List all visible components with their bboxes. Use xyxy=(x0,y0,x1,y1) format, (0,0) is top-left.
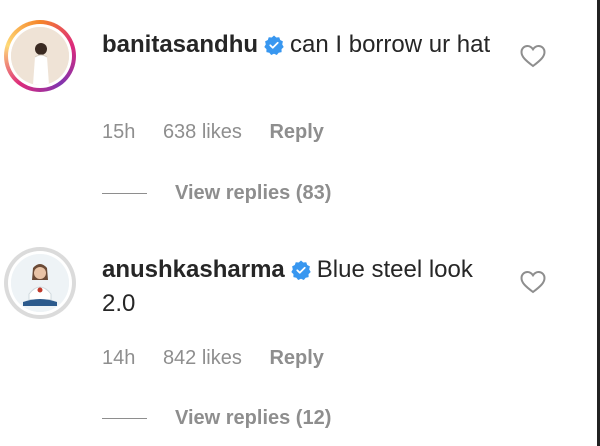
reply-button[interactable]: Reply xyxy=(269,347,323,369)
comment-text: can I borrow ur hat xyxy=(290,31,491,58)
comment-username[interactable]: anushkasharma xyxy=(102,256,285,283)
avatar-ring[interactable] xyxy=(4,247,76,319)
reply-button[interactable]: Reply xyxy=(269,121,323,143)
story-ring[interactable] xyxy=(4,20,76,92)
view-replies-button[interactable]: View replies (83) xyxy=(102,182,331,205)
comment-meta: 14h 842 likes Reply xyxy=(102,347,346,370)
view-replies-label: View replies (12) xyxy=(175,407,332,429)
divider-line xyxy=(102,418,147,420)
comment-time[interactable]: 15h xyxy=(102,121,135,143)
avatar[interactable] xyxy=(11,27,69,85)
avatar-photo xyxy=(11,27,69,85)
verified-badge-icon xyxy=(291,260,311,280)
comment-username[interactable]: banitasandhu xyxy=(102,31,258,58)
view-replies-label: View replies (83) xyxy=(175,182,332,204)
view-replies-button[interactable]: View replies (12) xyxy=(102,407,331,430)
comment-likes[interactable]: 638 likes xyxy=(163,121,242,143)
heart-outline-icon[interactable] xyxy=(520,270,546,294)
avatar[interactable] xyxy=(11,254,69,312)
comment-time[interactable]: 14h xyxy=(102,347,135,369)
comment-likes[interactable]: 842 likes xyxy=(163,347,242,369)
heart-outline-icon[interactable] xyxy=(520,44,546,68)
avatar-photo xyxy=(11,254,69,312)
divider-line xyxy=(102,193,147,195)
verified-badge-icon xyxy=(264,35,284,55)
comment-meta: 15h 638 likes Reply xyxy=(102,121,346,144)
